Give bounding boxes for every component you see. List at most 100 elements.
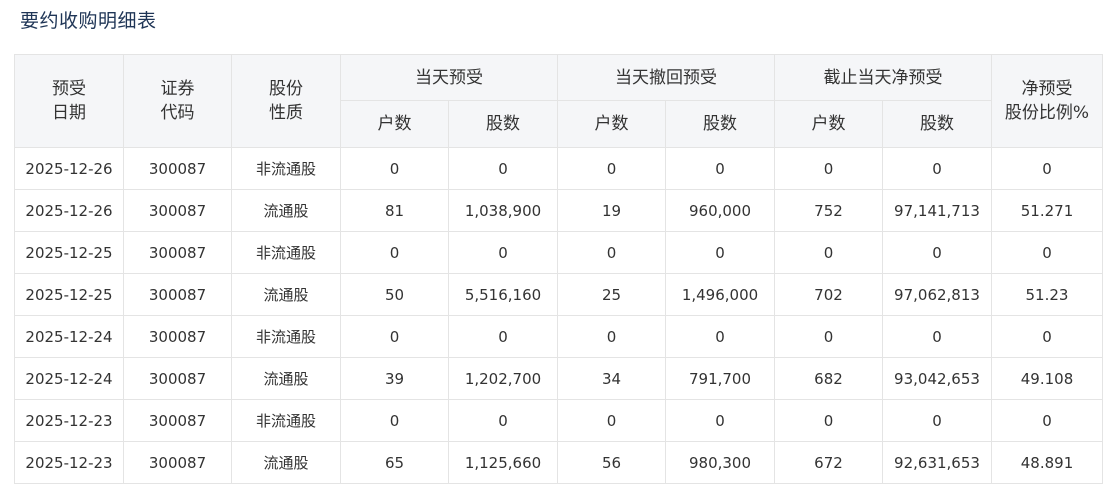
cell-net-shares: 0: [882, 231, 992, 274]
cell-date: 2025-12-26: [14, 147, 124, 190]
table-body: 2025-12-26 300087 非流通股 0 0 0 0 0 0 0 202…: [14, 147, 1103, 484]
cell-day-shares: 1,125,660: [448, 441, 558, 484]
cell-code: 300087: [123, 357, 232, 400]
header-net-households: 户数: [774, 100, 883, 148]
cell-withdraw-households: 19: [557, 189, 666, 232]
cell-code: 300087: [123, 147, 232, 190]
cell-withdraw-shares: 1,496,000: [665, 273, 775, 316]
cell-day-shares: 5,516,160: [448, 273, 558, 316]
cell-withdraw-households: 0: [557, 147, 666, 190]
table-row: 2025-12-23 300087 流通股 65 1,125,660 56 98…: [14, 441, 1103, 484]
header-withdraw-shares: 股数: [665, 100, 775, 148]
cell-date: 2025-12-24: [14, 315, 124, 358]
cell-net-shares: 97,141,713: [882, 189, 992, 232]
tender-offer-table: 预受 日期 证券 代码 股份 性质 当天预受 当天撤回预受 截止当天净预受 净预…: [14, 54, 1103, 484]
cell-net-households: 0: [774, 399, 883, 442]
cell-net-households: 0: [774, 147, 883, 190]
cell-day-households: 50: [340, 273, 449, 316]
table-row: 2025-12-24 300087 流通股 39 1,202,700 34 79…: [14, 357, 1103, 400]
header-withdraw-households: 户数: [557, 100, 666, 148]
cell-withdraw-households: 25: [557, 273, 666, 316]
cell-share-type: 非流通股: [231, 399, 341, 442]
table-row: 2025-12-24 300087 非流通股 0 0 0 0 0 0 0: [14, 315, 1103, 358]
cell-day-shares: 1,038,900: [448, 189, 558, 232]
cell-net-ratio: 0: [991, 147, 1103, 190]
cell-share-type: 流通股: [231, 441, 341, 484]
cell-share-type: 非流通股: [231, 315, 341, 358]
header-net-shares: 股数: [882, 100, 992, 148]
cell-net-ratio: 49.108: [991, 357, 1103, 400]
cell-day-households: 39: [340, 357, 449, 400]
cell-day-shares: 1,202,700: [448, 357, 558, 400]
header-date: 预受 日期: [14, 54, 124, 148]
header-share-type: 股份 性质: [231, 54, 341, 148]
table-row: 2025-12-25 300087 流通股 50 5,516,160 25 1,…: [14, 273, 1103, 316]
cell-code: 300087: [123, 189, 232, 232]
header-group-day-withdraw: 当天撤回预受: [557, 54, 775, 101]
cell-net-households: 0: [774, 315, 883, 358]
cell-day-shares: 0: [448, 231, 558, 274]
cell-day-households: 0: [340, 315, 449, 358]
header-net-ratio: 净预受 股份比例%: [991, 54, 1103, 148]
cell-day-households: 65: [340, 441, 449, 484]
cell-share-type: 非流通股: [231, 147, 341, 190]
cell-date: 2025-12-24: [14, 357, 124, 400]
cell-code: 300087: [123, 315, 232, 358]
cell-withdraw-shares: 0: [665, 231, 775, 274]
cell-withdraw-shares: 791,700: [665, 357, 775, 400]
cell-date: 2025-12-25: [14, 231, 124, 274]
cell-date: 2025-12-26: [14, 189, 124, 232]
cell-net-ratio: 51.271: [991, 189, 1103, 232]
cell-code: 300087: [123, 399, 232, 442]
page-title: 要约收购明细表: [20, 10, 157, 32]
cell-date: 2025-12-23: [14, 441, 124, 484]
header-day-households: 户数: [340, 100, 449, 148]
cell-net-ratio: 0: [991, 231, 1103, 274]
cell-net-ratio: 0: [991, 315, 1103, 358]
cell-date: 2025-12-25: [14, 273, 124, 316]
cell-withdraw-shares: 0: [665, 315, 775, 358]
table-row: 2025-12-25 300087 非流通股 0 0 0 0 0 0 0: [14, 231, 1103, 274]
cell-net-households: 752: [774, 189, 883, 232]
cell-withdraw-shares: 0: [665, 147, 775, 190]
cell-net-households: 672: [774, 441, 883, 484]
header-group-day-tender: 当天预受: [340, 54, 558, 101]
cell-net-ratio: 0: [991, 399, 1103, 442]
cell-share-type: 非流通股: [231, 231, 341, 274]
cell-net-shares: 0: [882, 147, 992, 190]
table-row: 2025-12-23 300087 非流通股 0 0 0 0 0 0 0: [14, 399, 1103, 442]
cell-day-shares: 0: [448, 315, 558, 358]
cell-withdraw-shares: 980,300: [665, 441, 775, 484]
cell-date: 2025-12-23: [14, 399, 124, 442]
cell-withdraw-households: 34: [557, 357, 666, 400]
cell-day-households: 0: [340, 399, 449, 442]
header-group-net-tender: 截止当天净预受: [774, 54, 992, 101]
cell-withdraw-shares: 0: [665, 399, 775, 442]
cell-share-type: 流通股: [231, 273, 341, 316]
cell-withdraw-shares: 960,000: [665, 189, 775, 232]
cell-withdraw-households: 0: [557, 399, 666, 442]
cell-withdraw-households: 0: [557, 231, 666, 274]
cell-code: 300087: [123, 441, 232, 484]
cell-net-ratio: 48.891: [991, 441, 1103, 484]
cell-day-households: 0: [340, 147, 449, 190]
table-row: 2025-12-26 300087 非流通股 0 0 0 0 0 0 0: [14, 147, 1103, 190]
cell-code: 300087: [123, 273, 232, 316]
header-code: 证券 代码: [123, 54, 232, 148]
cell-share-type: 流通股: [231, 357, 341, 400]
cell-net-shares: 93,042,653: [882, 357, 992, 400]
cell-net-households: 682: [774, 357, 883, 400]
cell-net-ratio: 51.23: [991, 273, 1103, 316]
cell-net-shares: 0: [882, 399, 992, 442]
cell-day-shares: 0: [448, 399, 558, 442]
page: 要约收购明细表 预受 日期 证券 代码 股份 性质 当天预受 当天撤回预受 截止…: [0, 0, 1109, 489]
cell-net-shares: 97,062,813: [882, 273, 992, 316]
cell-code: 300087: [123, 231, 232, 274]
cell-net-households: 702: [774, 273, 883, 316]
cell-share-type: 流通股: [231, 189, 341, 232]
cell-withdraw-households: 0: [557, 315, 666, 358]
table-row: 2025-12-26 300087 流通股 81 1,038,900 19 96…: [14, 189, 1103, 232]
cell-net-shares: 92,631,653: [882, 441, 992, 484]
cell-net-households: 0: [774, 231, 883, 274]
cell-day-shares: 0: [448, 147, 558, 190]
